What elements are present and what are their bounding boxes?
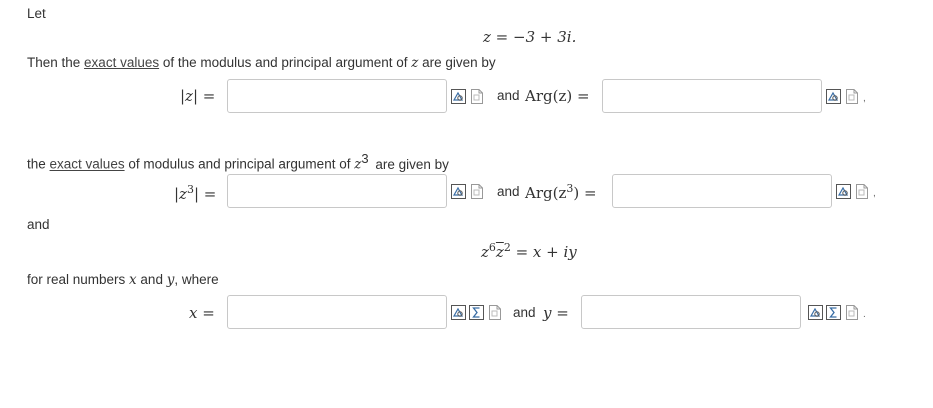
preview-icon[interactable] bbox=[836, 184, 851, 199]
q1-trailing-comma: , bbox=[863, 93, 866, 104]
q3-and-label: and bbox=[513, 305, 536, 320]
arg-z3-label-pre: Arg(z bbox=[525, 184, 567, 202]
q2-var-exponent: 3 bbox=[361, 151, 369, 166]
eq-z: z bbox=[481, 243, 489, 261]
help-icon[interactable] bbox=[854, 184, 869, 199]
q2-trailing-comma: , bbox=[873, 188, 876, 199]
arg-z-input[interactable] bbox=[602, 79, 822, 113]
for-and: and bbox=[136, 272, 167, 287]
modulus-z3-input[interactable] bbox=[227, 174, 447, 208]
exact-values-link[interactable]: exact values bbox=[84, 55, 159, 70]
q1-text-end: are given by bbox=[418, 55, 496, 70]
y-label: y = bbox=[543, 304, 569, 322]
arg-z3-label-post: ) = bbox=[573, 184, 597, 202]
z6-zbar2-equation: z6z2 = x + iy bbox=[481, 241, 577, 261]
help-icon[interactable] bbox=[844, 305, 859, 320]
sigma-icon[interactable] bbox=[469, 305, 484, 320]
help-icon[interactable] bbox=[844, 89, 859, 104]
help-icon[interactable] bbox=[487, 305, 502, 320]
modulus-z-input[interactable] bbox=[227, 79, 447, 113]
sigma-icon[interactable] bbox=[826, 305, 841, 320]
q1-text-after: of the modulus and principal argument of bbox=[159, 55, 412, 70]
eq-rest: = x + iy bbox=[510, 243, 577, 261]
eq-zbar-exponent: 2 bbox=[503, 241, 511, 254]
modulus-z3-label: |z3| = bbox=[174, 183, 216, 203]
preview-icon[interactable] bbox=[451, 184, 466, 199]
preview-icon[interactable] bbox=[451, 89, 466, 104]
q1-sentence: Then the exact values of the modulus and… bbox=[27, 55, 496, 71]
q3-trailing-period: . bbox=[863, 309, 866, 320]
for-x: x bbox=[129, 272, 137, 288]
for-text: for real numbers bbox=[27, 272, 130, 287]
eq-z-exponent: 6 bbox=[488, 241, 496, 254]
preview-icon[interactable] bbox=[808, 305, 823, 320]
arg-z3-input[interactable] bbox=[612, 174, 832, 208]
modulus-z3-label-pre: |z bbox=[174, 185, 187, 203]
y-input[interactable] bbox=[581, 295, 801, 329]
q2-sentence: the exact values of modulus and principa… bbox=[27, 151, 449, 173]
x-label: x = bbox=[189, 304, 215, 322]
preview-icon[interactable] bbox=[451, 305, 466, 320]
arg-z-label: Arg(z) = bbox=[525, 87, 590, 105]
preview-icon[interactable] bbox=[826, 89, 841, 104]
eq-zbar: z bbox=[495, 243, 504, 261]
q1-and-label: and bbox=[497, 88, 520, 103]
exact-values-link-2[interactable]: exact values bbox=[50, 157, 125, 172]
q3-and-text: and bbox=[27, 217, 50, 232]
for-where: , where bbox=[174, 272, 219, 287]
q1-text-before: Then the bbox=[27, 55, 85, 70]
z-definition: z = −3 + 3i. bbox=[483, 28, 577, 46]
q2-text-before: the bbox=[27, 156, 50, 172]
arg-z3-label: Arg(z3) = bbox=[525, 182, 597, 202]
modulus-z3-label-sup: 3 bbox=[186, 183, 194, 196]
q2-text-after: of modulus and principal argument of bbox=[124, 156, 355, 172]
q3-for-sentence: for real numbers x and y, where bbox=[27, 272, 219, 288]
q2-text-end: are given by bbox=[371, 156, 449, 172]
modulus-z-label: |z| = bbox=[180, 87, 216, 105]
q2-and-label: and bbox=[497, 184, 520, 199]
x-input[interactable] bbox=[227, 295, 447, 329]
modulus-z3-label-post: | = bbox=[193, 185, 217, 203]
help-icon[interactable] bbox=[469, 184, 484, 199]
intro-let: Let bbox=[27, 6, 46, 21]
help-icon[interactable] bbox=[469, 89, 484, 104]
